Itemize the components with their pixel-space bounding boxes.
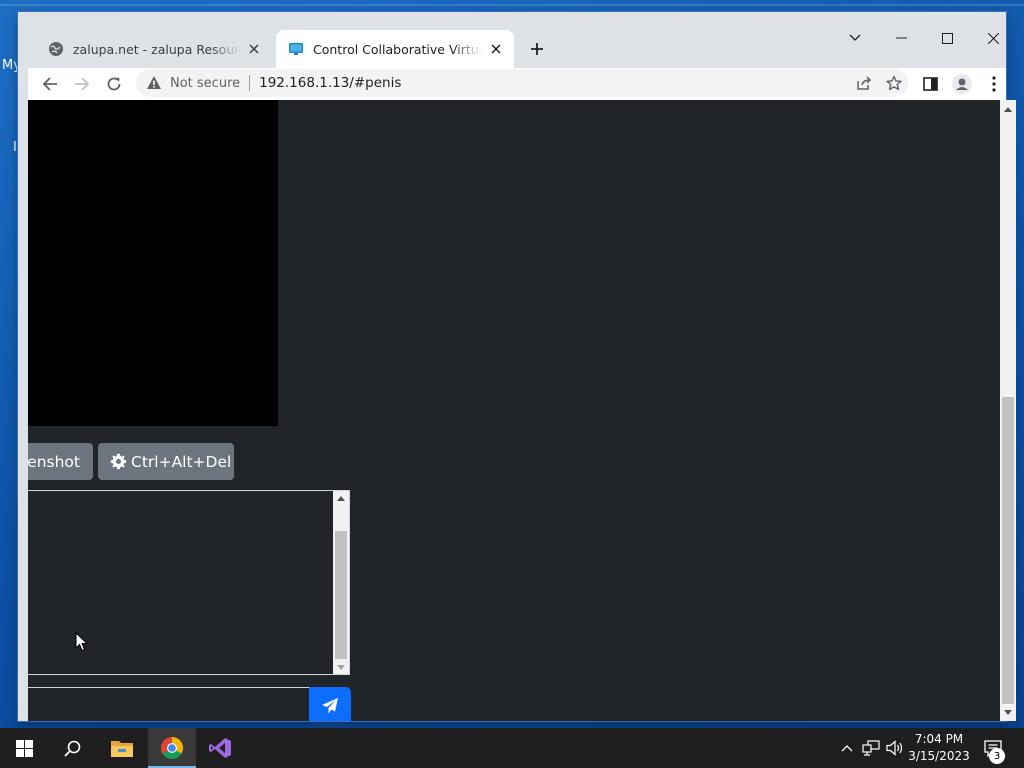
scroll-down-icon[interactable] [333, 660, 349, 674]
monitor-icon [289, 43, 303, 55]
side-panel-icon [922, 77, 938, 91]
file-explorer-button[interactable] [98, 728, 146, 768]
plus-icon [531, 43, 543, 55]
profile-button[interactable] [946, 68, 978, 100]
kebab-menu-icon [992, 76, 996, 92]
send-button[interactable] [309, 687, 351, 721]
close-icon [987, 32, 999, 44]
tab-control-vm[interactable]: Control Collaborative Virtual Machine [276, 30, 514, 68]
minimize-icon [895, 37, 907, 39]
close-window-button[interactable] [970, 21, 1016, 55]
chrome-button[interactable] [148, 728, 196, 768]
page-scrollbar-thumb[interactable] [1002, 397, 1014, 704]
network-button[interactable] [860, 728, 882, 768]
tab-zalupa[interactable]: zalupa.net - zalupa Resources and [36, 30, 272, 68]
taskbar-clock[interactable]: 7:04 PM 3/15/2023 [904, 731, 974, 765]
security-label[interactable]: Not secure [170, 76, 240, 91]
mouse-cursor-icon [75, 632, 89, 652]
scroll-down-icon[interactable] [1000, 705, 1016, 719]
arrow-left-icon [42, 77, 57, 91]
maximize-button[interactable] [924, 21, 970, 55]
ctrl-alt-del-label: Ctrl+Alt+Del [131, 452, 232, 471]
taskbar: 7:04 PM 3/15/2023 [0, 728, 1024, 768]
paper-plane-icon [322, 698, 338, 714]
avatar-icon [952, 74, 972, 94]
gear-icon [110, 453, 127, 470]
tab-search-button[interactable] [832, 21, 878, 55]
notification-count-badge: 3 [989, 748, 1005, 764]
desktop-icon-label-2[interactable]: I [13, 140, 17, 155]
browser-toolbar: Not secure 192.168.1.13/#penis [28, 68, 1006, 100]
volume-icon [886, 740, 903, 756]
tab-close-icon[interactable] [488, 41, 504, 57]
new-tab-button[interactable] [525, 37, 549, 61]
tab-close-icon[interactable] [246, 41, 262, 57]
share-icon[interactable] [856, 75, 872, 91]
chevron-down-icon [849, 34, 861, 41]
omnibox-separator [249, 75, 251, 91]
side-panel-button[interactable] [914, 68, 946, 100]
screenshot-button[interactable]: eenshot [28, 443, 93, 480]
search-button[interactable] [48, 728, 96, 768]
chevron-up-icon [841, 745, 853, 752]
scroll-up-icon[interactable] [333, 491, 349, 505]
screenshot-button-label: eenshot [28, 452, 80, 471]
ctrl-alt-del-button[interactable]: Ctrl+Alt+Del [98, 443, 234, 480]
visual-studio-button[interactable] [196, 728, 244, 768]
scroll-up-icon[interactable] [1000, 102, 1016, 116]
visual-studio-icon [209, 738, 231, 758]
bookmark-star-icon[interactable] [886, 75, 902, 91]
show-hidden-icons-button[interactable] [838, 728, 856, 768]
network-icon [862, 740, 880, 756]
reload-icon [107, 77, 121, 91]
volume-button[interactable] [884, 728, 906, 768]
tab-strip: zalupa.net - zalupa Resources and Contro… [28, 21, 1006, 68]
arrow-right-icon [75, 77, 90, 91]
tab-title: zalupa.net - zalupa Resources and [73, 41, 240, 57]
clock-date: 3/15/2023 [908, 749, 970, 763]
chat-scrollbar-thumb[interactable] [335, 531, 347, 659]
menu-button[interactable] [978, 68, 1010, 100]
minimize-button[interactable] [878, 21, 924, 55]
browser-window: zalupa.net - zalupa Resources and Contro… [18, 12, 1016, 721]
address-bar[interactable]: Not secure 192.168.1.13/#penis [136, 69, 908, 97]
url-text[interactable]: 192.168.1.13/#penis [259, 75, 401, 91]
forward-button[interactable] [66, 68, 98, 100]
chat-input[interactable] [28, 687, 310, 721]
maximize-icon [941, 32, 953, 44]
start-button[interactable] [0, 728, 48, 768]
warning-icon[interactable] [146, 75, 162, 91]
back-button[interactable] [34, 68, 66, 100]
clock-time: 7:04 PM [914, 732, 964, 746]
reload-button[interactable] [98, 68, 130, 100]
search-icon [63, 740, 80, 757]
chrome-icon [161, 737, 183, 759]
file-explorer-icon [111, 741, 133, 757]
windows-start-icon [15, 739, 33, 757]
chat-scrollbar[interactable] [333, 491, 349, 674]
page-viewport: eenshot Ctrl+Alt+Del [28, 100, 1000, 721]
vm-display[interactable] [28, 100, 278, 426]
page-scrollbar[interactable] [1000, 100, 1016, 721]
tab-title: Control Collaborative Virtual Machine [313, 41, 482, 57]
desktop-edge [0, 4, 1024, 6]
globe-icon [49, 42, 63, 56]
